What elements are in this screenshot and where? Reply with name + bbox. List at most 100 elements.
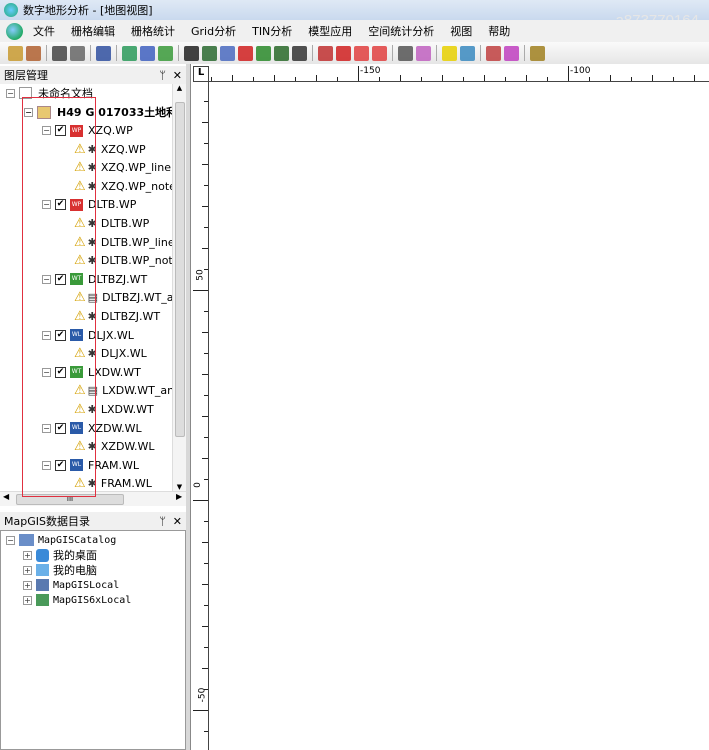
color-icon[interactable] <box>398 45 413 61</box>
collapse-icon[interactable]: − <box>42 200 51 210</box>
catalog-item-label: MapGIS6xLocal <box>53 594 132 606</box>
layer-item[interactable]: ⚠▤LXDW.WT_anno <box>74 382 172 400</box>
toolbar-separator <box>480 45 481 61</box>
triangle-icon[interactable] <box>354 45 369 61</box>
collapse-icon[interactable]: − <box>42 460 51 470</box>
layer-group[interactable]: − ✔ WL DLJX.WL <box>42 326 134 344</box>
layer-type-icon: WL <box>70 329 83 342</box>
server-green-icon <box>36 594 49 606</box>
menu-raster-stats[interactable]: 栅格统计 <box>123 23 183 39</box>
layer-vscrollbar[interactable]: ▲ ▼ <box>172 84 186 491</box>
export-icon[interactable] <box>26 45 41 61</box>
layer-checkbox[interactable]: ✔ <box>55 366 66 378</box>
menu-file[interactable]: 文件 <box>25 23 63 39</box>
collapse-icon[interactable]: − <box>42 330 51 340</box>
spectrum-icon[interactable] <box>416 45 431 61</box>
collapse-icon[interactable]: − <box>42 367 51 377</box>
catalog-root-label: MapGISCatalog <box>38 534 117 546</box>
profile-icon[interactable] <box>238 45 253 61</box>
catalog-item-6xlocal[interactable]: + MapGIS6xLocal <box>23 591 131 609</box>
terrain-icon[interactable] <box>256 45 271 61</box>
layer-group[interactable]: − ✔ WP XZQ.WP <box>42 122 133 140</box>
menu-view[interactable]: 视图 <box>442 23 480 39</box>
close-icon[interactable]: ✕ <box>173 515 182 528</box>
menu-raster-edit[interactable]: 栅格编辑 <box>63 23 123 39</box>
line-chart-icon[interactable] <box>140 45 155 61</box>
layer-style-icon: ✱ <box>87 403 97 416</box>
layer-item[interactable]: ⚠ ✱ DLTBZJ.WT <box>74 308 160 326</box>
layer-group[interactable]: − ✔ WT DLTBZJ.WT <box>42 270 147 288</box>
menu-spatial-stats[interactable]: 空间统计分析 <box>360 23 442 39</box>
ruler-tick <box>204 605 208 606</box>
brush-icon[interactable] <box>292 45 307 61</box>
collapse-icon[interactable]: − <box>42 423 51 433</box>
ruler-label: 0 <box>192 482 203 488</box>
layer-item[interactable]: ⚠▤DLTBZJ.WT_anno <box>74 289 172 307</box>
pan-icon[interactable] <box>70 45 85 61</box>
layer-checkbox[interactable]: ✔ <box>55 273 66 285</box>
triangle2-icon[interactable] <box>372 45 387 61</box>
collapse-icon[interactable]: − <box>42 274 51 284</box>
menu-grid-analysis[interactable]: Grid分析 <box>183 23 244 39</box>
book-icon[interactable] <box>184 45 199 61</box>
layer-item[interactable]: ⚠ ✱ XZDW.WL <box>74 438 155 456</box>
layer-style-icon: ✱ <box>87 310 97 323</box>
app-icon <box>4 3 18 17</box>
layer-item[interactable]: ⚠ ✱ DLTB.WP_line <box>74 233 172 251</box>
layer-item[interactable]: ⚠ ✱ DLTB.WP_note <box>74 252 172 270</box>
circle-icon[interactable] <box>442 45 457 61</box>
menu-model[interactable]: 模型应用 <box>300 23 360 39</box>
layer-group[interactable]: − ✔ WL XZDW.WL <box>42 419 142 437</box>
layer-item[interactable]: ⚠ ✱ LXDW.WT <box>74 401 154 419</box>
open-icon[interactable] <box>8 45 23 61</box>
close-icon[interactable]: ✕ <box>173 69 182 82</box>
layer-checkbox[interactable]: ✔ <box>55 422 66 434</box>
ruler-corner[interactable]: L <box>193 66 209 82</box>
layer-group[interactable]: − ✔ WT LXDW.WT <box>42 363 141 381</box>
pin-icon[interactable]: ᛘ <box>159 69 166 82</box>
collapse-icon[interactable]: − <box>42 126 51 135</box>
help-icon[interactable] <box>530 45 545 61</box>
layer-item[interactable]: ⚠ ✱ XZQ.WP_line <box>74 159 171 177</box>
database-icon[interactable] <box>460 45 475 61</box>
layer-panel-title: 图层管理 <box>4 69 48 82</box>
terrain2-icon[interactable] <box>274 45 289 61</box>
layer-type-icon: WP <box>70 198 83 211</box>
menu-tin-analysis[interactable]: TIN分析 <box>244 23 300 39</box>
tree-map[interactable]: −H49 G 017033土地利用 <box>24 103 172 121</box>
ruler-tick <box>337 77 338 81</box>
menu-help[interactable]: 帮助 <box>480 23 518 39</box>
layer-item[interactable]: ⚠ ✱ DLTB.WP <box>74 215 149 233</box>
layer-group[interactable]: − ✔ WP DLTB.WP <box>42 196 136 214</box>
ruler-tick <box>652 75 653 81</box>
layer-item[interactable]: ⚠ ✱ XZQ.WP <box>74 140 146 158</box>
grid-icon[interactable] <box>96 45 111 61</box>
layer-checkbox[interactable]: ✔ <box>55 199 66 211</box>
slope-icon[interactable] <box>158 45 173 61</box>
tools-icon[interactable] <box>486 45 501 61</box>
layer-item[interactable]: ⚠ ✱ DLJX.WL <box>74 345 147 363</box>
horizontal-ruler: -150 -100 <box>209 66 709 82</box>
layer-checkbox[interactable]: ✔ <box>55 459 66 471</box>
ruler-tick <box>202 458 208 459</box>
pin-icon[interactable]: ᛘ <box>159 515 166 528</box>
layer-group[interactable]: − ✔ WL FRAM.WL <box>42 456 139 474</box>
zoom-icon[interactable] <box>202 45 217 61</box>
layer-item[interactable]: ⚠ ✱ XZQ.WP_note <box>74 177 172 195</box>
hash-icon[interactable] <box>336 45 351 61</box>
tin-icon[interactable] <box>318 45 333 61</box>
layer-style-icon: ✱ <box>87 142 97 156</box>
layer-hscrollbar[interactable]: ◀ III ▶ <box>0 491 186 506</box>
layer-checkbox[interactable]: ✔ <box>55 329 66 341</box>
layer-item[interactable]: ⚠ ✱ FRAM.WL <box>74 475 152 491</box>
tree-root[interactable]: − 未命名文档 <box>6 84 93 102</box>
map-view[interactable]: L -150 -100 50 0 -50 <box>190 64 709 750</box>
table-icon[interactable] <box>122 45 137 61</box>
catalog-icon <box>19 534 34 546</box>
layer-type-icon: WT <box>70 273 83 286</box>
ruler-tick <box>631 77 632 81</box>
contour-icon[interactable] <box>220 45 235 61</box>
pattern-icon[interactable] <box>504 45 519 61</box>
layer-checkbox[interactable]: ✔ <box>55 125 66 136</box>
full-extent-icon[interactable] <box>52 45 67 61</box>
